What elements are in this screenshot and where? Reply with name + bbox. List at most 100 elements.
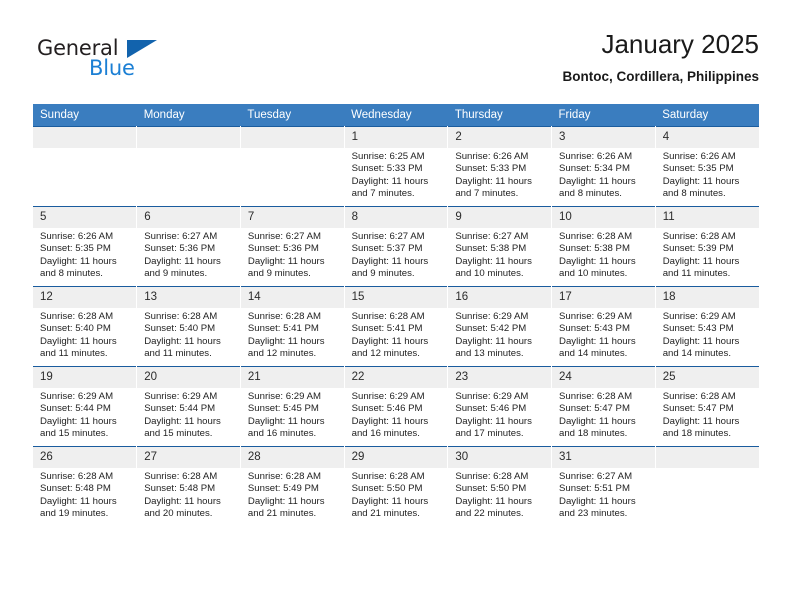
calendar-day-cell[interactable]: 3 Sunrise: 6:26 AM Sunset: 5:34 PM Daylight…	[551, 126, 656, 207]
sunset-text: Sunset: 5:43 PM	[559, 323, 630, 335]
calendar-day-cell[interactable]: 31 Sunrise: 6:27 AM Sunset: 5:51 PM Dayligh…	[551, 446, 656, 526]
calendar-day-cell[interactable]: 1 Sunrise: 6:25 AM Sunset: 5:33 PM Daylight…	[344, 126, 449, 207]
calendar-day-cell[interactable]: 11 Sunrise: 6:28 AM Sunset: 5:39 PM Dayligh…	[655, 206, 759, 287]
sunrise-text: Sunrise: 6:29 AM	[40, 391, 114, 402]
calendar-day-cell[interactable]: 27 Sunrise: 6:28 AM Sunset: 5:48 PM Dayligh…	[136, 446, 241, 526]
calendar-day-cell[interactable]: 13 Sunrise: 6:28 AM Sunset: 5:40 PM Dayligh…	[136, 286, 241, 367]
sunset-text: Sunset: 5:35 PM	[40, 243, 111, 255]
sunset-text: Sunset: 5:38 PM	[455, 243, 527, 255]
sunset-text: Sunset: 5:51 PM	[559, 483, 630, 495]
calendar-day-cell[interactable]: 26 Sunrise: 6:28 AM Sunset: 5:48 PM Dayligh…	[33, 446, 138, 526]
day-sun-info: Sunrise: 6:26 AM Sunset: 5:35 PM Daylight:…	[656, 148, 759, 200]
day-number: 13	[137, 287, 240, 308]
calendar-day-cell[interactable]: 30 Sunrise: 6:28 AM Sunset: 5:50 PM Dayligh…	[447, 446, 553, 526]
daylight-text: Daylight: 11 hours and 21 minutes.	[351, 495, 429, 519]
day-number: 2	[448, 127, 552, 148]
day-sun-info: Sunrise: 6:28 AM Sunset: 5:48 PM Daylight:…	[137, 468, 240, 520]
daylight-text: Daylight: 11 hours and 15 minutes.	[40, 415, 117, 439]
weekday-header-thursday: Thursday	[447, 104, 552, 127]
day-number: 6	[137, 207, 240, 228]
daylight-text: Daylight: 11 hours and 15 minutes.	[144, 415, 221, 439]
sunrise-text: Sunrise: 6:28 AM	[455, 471, 529, 482]
calendar-day-cell[interactable]: 12 Sunrise: 6:28 AM Sunset: 5:40 PM Dayligh…	[33, 286, 138, 367]
calendar-day-cell[interactable]: 14 Sunrise: 6:28 AM Sunset: 5:41 PM Dayligh…	[240, 286, 345, 367]
calendar-day-cell[interactable]: 25 Sunrise: 6:28 AM Sunset: 5:47 PM Dayligh…	[655, 366, 759, 447]
calendar-day-cell[interactable]: 10 Sunrise: 6:28 AM Sunset: 5:38 PM Dayligh…	[551, 206, 656, 287]
sunrise-text: Sunrise: 6:28 AM	[247, 311, 321, 322]
calendar-day-cell[interactable]: 20 Sunrise: 6:29 AM Sunset: 5:44 PM Dayligh…	[136, 366, 241, 447]
title-block: January 2025 Bontoc, Cordillera, Philipp…	[562, 28, 759, 85]
day-sun-info: Sunrise: 6:29 AM Sunset: 5:44 PM Daylight:…	[33, 388, 136, 440]
sunset-text: Sunset: 5:48 PM	[40, 483, 111, 495]
sunrise-text: Sunrise: 6:28 AM	[662, 231, 736, 242]
page-subtitle: Bontoc, Cordillera, Philippines	[562, 69, 759, 84]
sunset-text: Sunset: 5:35 PM	[662, 163, 734, 175]
day-number: 16	[448, 287, 552, 308]
calendar-cell-empty	[136, 126, 241, 207]
day-number: 27	[137, 447, 240, 468]
calendar-page: General Blue January 2025 Bontoc, Cordil…	[0, 0, 792, 612]
day-number	[137, 127, 240, 148]
day-sun-info: Sunrise: 6:27 AM Sunset: 5:36 PM Daylight:…	[137, 228, 240, 280]
sunrise-text: Sunrise: 6:28 AM	[40, 471, 114, 482]
calendar-day-cell[interactable]: 5 Sunrise: 6:26 AM Sunset: 5:35 PM Daylight…	[33, 206, 138, 287]
day-number: 15	[344, 287, 448, 308]
sunset-text: Sunset: 5:38 PM	[559, 243, 630, 255]
day-sun-info: Sunrise: 6:27 AM Sunset: 5:37 PM Daylight:…	[345, 228, 448, 280]
day-number: 8	[344, 207, 448, 228]
day-number: 26	[33, 447, 137, 468]
day-sun-info: Sunrise: 6:26 AM Sunset: 5:35 PM Daylight:…	[33, 228, 136, 280]
day-number: 4	[655, 127, 759, 148]
day-sun-info: Sunrise: 6:27 AM Sunset: 5:36 PM Daylight:…	[241, 228, 344, 280]
sunrise-text: Sunrise: 6:27 AM	[144, 231, 218, 242]
calendar-day-cell[interactable]: 9 Sunrise: 6:27 AM Sunset: 5:38 PM Daylight…	[447, 206, 553, 287]
calendar-day-cell[interactable]: 29 Sunrise: 6:28 AM Sunset: 5:50 PM Dayligh…	[344, 446, 449, 526]
day-sun-info: Sunrise: 6:25 AM Sunset: 5:33 PM Daylight:…	[345, 148, 448, 200]
day-sun-info: Sunrise: 6:28 AM Sunset: 5:38 PM Daylight:…	[552, 228, 655, 280]
calendar-day-cell[interactable]: 18 Sunrise: 6:29 AM Sunset: 5:43 PM Dayligh…	[655, 286, 759, 367]
daylight-text: Daylight: 11 hours and 23 minutes.	[559, 495, 636, 519]
day-number: 14	[240, 287, 344, 308]
calendar-day-cell[interactable]: 15 Sunrise: 6:28 AM Sunset: 5:41 PM Dayligh…	[344, 286, 449, 367]
calendar-day-cell[interactable]: 2 Sunrise: 6:26 AM Sunset: 5:33 PM Daylight…	[447, 126, 553, 207]
sunset-text: Sunset: 5:36 PM	[247, 243, 319, 255]
daylight-text: Daylight: 11 hours and 8 minutes.	[40, 255, 117, 279]
daylight-text: Daylight: 11 hours and 12 minutes.	[247, 335, 325, 359]
sunrise-text: Sunrise: 6:25 AM	[351, 151, 425, 162]
calendar-day-cell[interactable]: 21 Sunrise: 6:29 AM Sunset: 5:45 PM Dayligh…	[240, 366, 345, 447]
sunrise-text: Sunrise: 6:29 AM	[455, 391, 529, 402]
calendar-cell-empty	[240, 126, 345, 207]
calendar-day-cell[interactable]: 6 Sunrise: 6:27 AM Sunset: 5:36 PM Daylight…	[136, 206, 241, 287]
sunrise-text: Sunrise: 6:29 AM	[144, 391, 218, 402]
calendar-cell-empty	[33, 126, 138, 207]
sunset-text: Sunset: 5:47 PM	[662, 403, 734, 415]
calendar-day-cell[interactable]: 24 Sunrise: 6:28 AM Sunset: 5:47 PM Dayligh…	[551, 366, 656, 447]
general-blue-logo[interactable]: General Blue	[33, 32, 233, 88]
sunset-text: Sunset: 5:44 PM	[40, 403, 111, 415]
calendar-day-cell[interactable]: 19 Sunrise: 6:29 AM Sunset: 5:44 PM Dayligh…	[33, 366, 138, 447]
daylight-text: Daylight: 11 hours and 20 minutes.	[144, 495, 221, 519]
calendar-day-cell[interactable]: 8 Sunrise: 6:27 AM Sunset: 5:37 PM Daylight…	[344, 206, 449, 287]
day-sun-info: Sunrise: 6:29 AM Sunset: 5:46 PM Daylight:…	[448, 388, 551, 440]
weekday-header-monday: Monday	[136, 104, 241, 127]
calendar-week-row: 26 Sunrise: 6:28 AM Sunset: 5:48 PM Dayligh…	[33, 446, 759, 526]
calendar-week-row: 19 Sunrise: 6:29 AM Sunset: 5:44 PM Dayligh…	[33, 366, 759, 447]
calendar-day-cell[interactable]: 23 Sunrise: 6:29 AM Sunset: 5:46 PM Dayligh…	[447, 366, 553, 447]
day-sun-info: Sunrise: 6:28 AM Sunset: 5:40 PM Daylight:…	[137, 308, 240, 360]
day-sun-info: Sunrise: 6:28 AM Sunset: 5:49 PM Daylight:…	[241, 468, 344, 520]
calendar-day-cell[interactable]: 7 Sunrise: 6:27 AM Sunset: 5:36 PM Daylight…	[240, 206, 345, 287]
calendar-day-cell[interactable]: 16 Sunrise: 6:29 AM Sunset: 5:42 PM Dayligh…	[447, 286, 553, 367]
weekday-header-saturday: Saturday	[655, 104, 759, 127]
daylight-text: Daylight: 11 hours and 19 minutes.	[40, 495, 117, 519]
calendar-day-cell[interactable]: 4 Sunrise: 6:26 AM Sunset: 5:35 PM Daylight…	[655, 126, 759, 207]
calendar-day-cell[interactable]: 22 Sunrise: 6:29 AM Sunset: 5:46 PM Dayligh…	[344, 366, 449, 447]
calendar-day-cell[interactable]: 28 Sunrise: 6:28 AM Sunset: 5:49 PM Dayligh…	[240, 446, 345, 526]
calendar-day-cell[interactable]: 17 Sunrise: 6:29 AM Sunset: 5:43 PM Dayligh…	[551, 286, 656, 367]
calendar-body: 1 Sunrise: 6:25 AM Sunset: 5:33 PM Daylight…	[33, 126, 759, 526]
sunset-text: Sunset: 5:50 PM	[351, 483, 423, 495]
calendar-week-row: 5 Sunrise: 6:26 AM Sunset: 5:35 PM Daylight…	[33, 206, 759, 287]
sunrise-text: Sunrise: 6:26 AM	[559, 151, 633, 162]
day-sun-info: Sunrise: 6:28 AM Sunset: 5:47 PM Daylight:…	[552, 388, 655, 440]
weekday-header-sunday: Sunday	[33, 104, 137, 127]
sunset-text: Sunset: 5:33 PM	[455, 163, 527, 175]
